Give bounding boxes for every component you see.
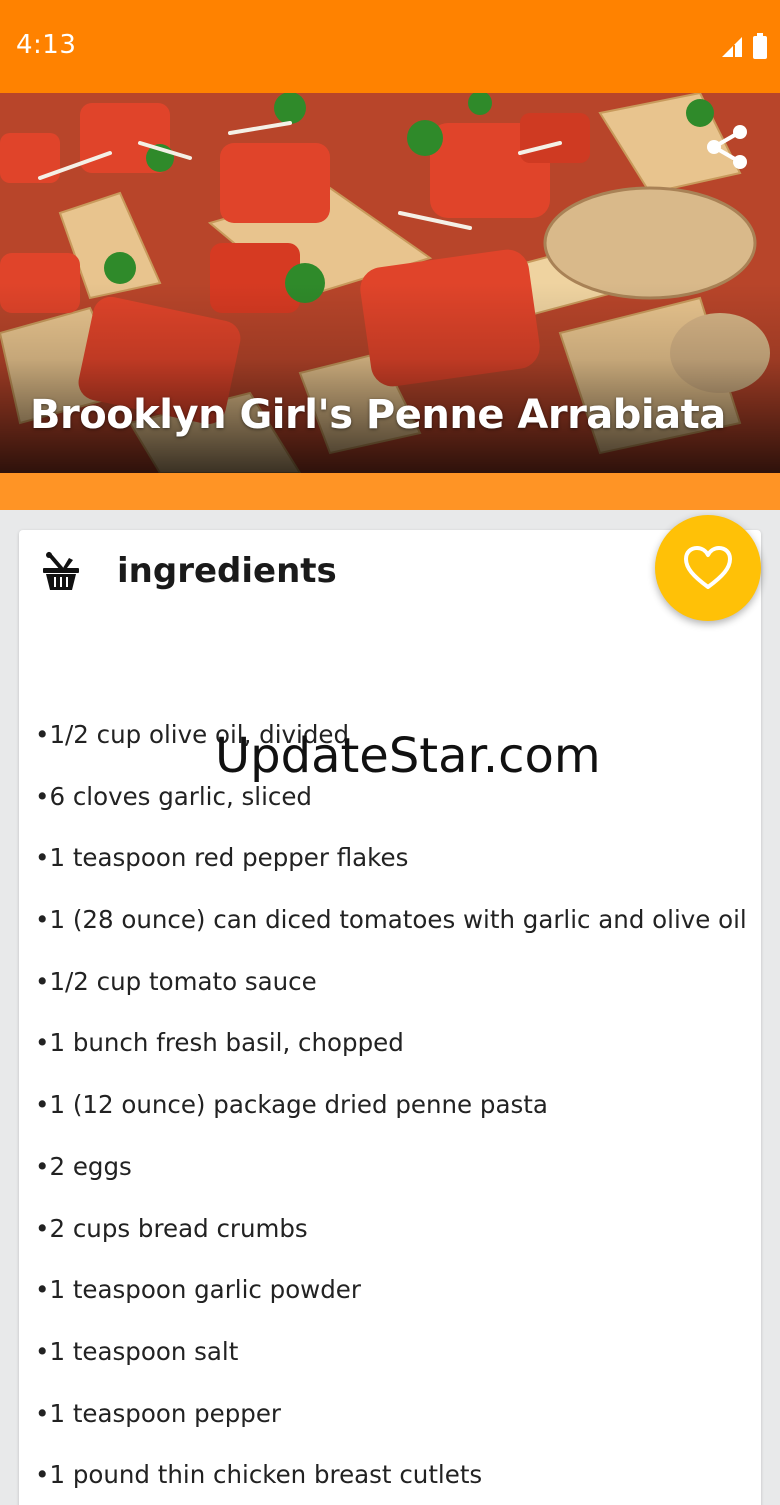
share-icon — [707, 125, 747, 169]
status-icons — [720, 33, 768, 64]
basket-icon — [41, 550, 81, 592]
ingredient-item: •6 cloves garlic, sliced — [35, 781, 312, 811]
status-bar: 4:13 — [0, 0, 780, 93]
ingredient-item: •1 pound thin chicken breast cutlets — [35, 1460, 483, 1490]
recipe-title: Brooklyn Girl's Penne Arrabiata — [30, 392, 726, 438]
ingredient-item: •2 cups bread crumbs — [35, 1213, 308, 1243]
section-title: ingredients — [117, 551, 337, 591]
ingredient-item: •1 teaspoon red pepper flakes — [35, 843, 409, 873]
ingredient-item: •1 teaspoon salt — [35, 1336, 239, 1366]
ingredient-item: •1 teaspoon pepper — [35, 1398, 282, 1428]
share-button[interactable] — [700, 120, 754, 174]
ingredient-item: •1/2 cup tomato sauce — [35, 966, 317, 996]
ingredient-item: •1 teaspoon garlic powder — [35, 1275, 361, 1305]
signal-icon — [720, 35, 744, 64]
ingredient-list: •1/2 cup olive oil, divided •6 cloves ga… — [35, 720, 747, 1505]
ingredient-item: •1 (28 ounce) can diced tomatoes with ga… — [35, 905, 747, 935]
battery-icon — [752, 33, 768, 64]
favorite-button[interactable] — [655, 515, 761, 621]
ingredient-item: •1 (12 ounce) package dried penne pasta — [35, 1090, 548, 1120]
watermark: UpdateStar.com — [215, 728, 601, 784]
ingredient-item: •2 eggs — [35, 1151, 132, 1181]
ingredients-card: ingredients •1/2 cup olive oil, divided … — [19, 530, 761, 1505]
ingredient-item: •1 bunch fresh basil, chopped — [35, 1028, 404, 1058]
status-time: 4:13 — [16, 30, 77, 60]
card-header: ingredients — [41, 550, 337, 592]
header-strip — [0, 473, 780, 510]
heart-icon — [684, 546, 732, 589]
